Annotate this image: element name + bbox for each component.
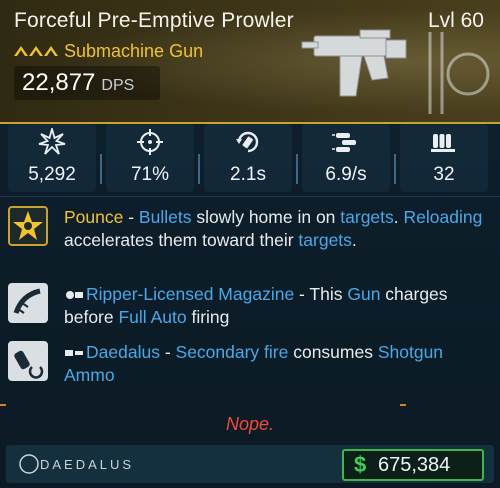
magazine-size-icon	[431, 134, 455, 152]
price-value: 675,384	[378, 454, 451, 476]
perk-description: Ripper-Licensed Magazine - This Gun char…	[64, 284, 448, 327]
fire-rate-icon	[332, 133, 356, 152]
reload-time-icon	[236, 131, 259, 153]
item-card: Forceful Pre-Emptive Prowler Lvl 60 Subm…	[0, 0, 500, 488]
pounce-star-icon	[8, 206, 48, 246]
weapon-type-label: Submachine Gun	[64, 40, 204, 61]
perk-description: Pounce - Bullets slowly home in on targe…	[64, 207, 483, 250]
perk-name: Pounce	[64, 207, 124, 227]
perk-description: Daedalus - Secondary fire consumes Shotg…	[64, 342, 444, 385]
damage-burst-icon	[38, 128, 66, 155]
manufacturer-tag-icon	[65, 350, 83, 357]
stat-fire-rate: 6.9/s	[302, 124, 390, 192]
manufacturer-logo: DAEDALUS	[19, 454, 134, 474]
stat-magazine: 32	[400, 124, 488, 192]
accuracy-crosshair-icon	[137, 129, 163, 155]
stat-damage: 5,292	[8, 124, 96, 192]
stat-reload: 2.1s	[204, 124, 292, 192]
perk-name: Daedalus	[86, 342, 160, 362]
stat-value: 71%	[130, 164, 170, 185]
stats-row: 5,292 71% 2.1s 6.9/s 32	[8, 124, 492, 194]
rarity-chevrons-icon	[14, 46, 58, 56]
manufacturer-tag-icon	[66, 291, 83, 300]
stat-value: 5,292	[28, 164, 76, 185]
stat-value: 32	[433, 164, 455, 185]
perk-name: Ripper-Licensed Magazine	[86, 284, 295, 304]
dps-readout: 22,877 DPS	[14, 66, 160, 100]
stat-value: 6.9/s	[325, 164, 367, 185]
currency-icon: $	[354, 452, 367, 477]
dps-value: 22,877	[22, 69, 96, 96]
stat-accuracy: 71%	[106, 124, 194, 192]
weapon-type-row: Submachine Gun	[14, 40, 203, 62]
submachine-gun-icon	[301, 29, 490, 114]
item-header: Forceful Pre-Emptive Prowler Lvl 60 Subm…	[0, 0, 500, 124]
item-title: Forceful Pre-Emptive Prowler	[14, 9, 294, 32]
price-tag: $ 675,384	[342, 449, 484, 481]
footer-divider	[0, 404, 500, 406]
status-text: Nope.	[225, 414, 275, 434]
daedalus-ammo-icon	[8, 341, 48, 381]
magazine-part-icon	[8, 283, 48, 323]
stat-value: 2.1s	[230, 164, 266, 185]
brand-text: DAEDALUS	[40, 457, 134, 472]
dps-unit: DPS	[101, 77, 135, 94]
